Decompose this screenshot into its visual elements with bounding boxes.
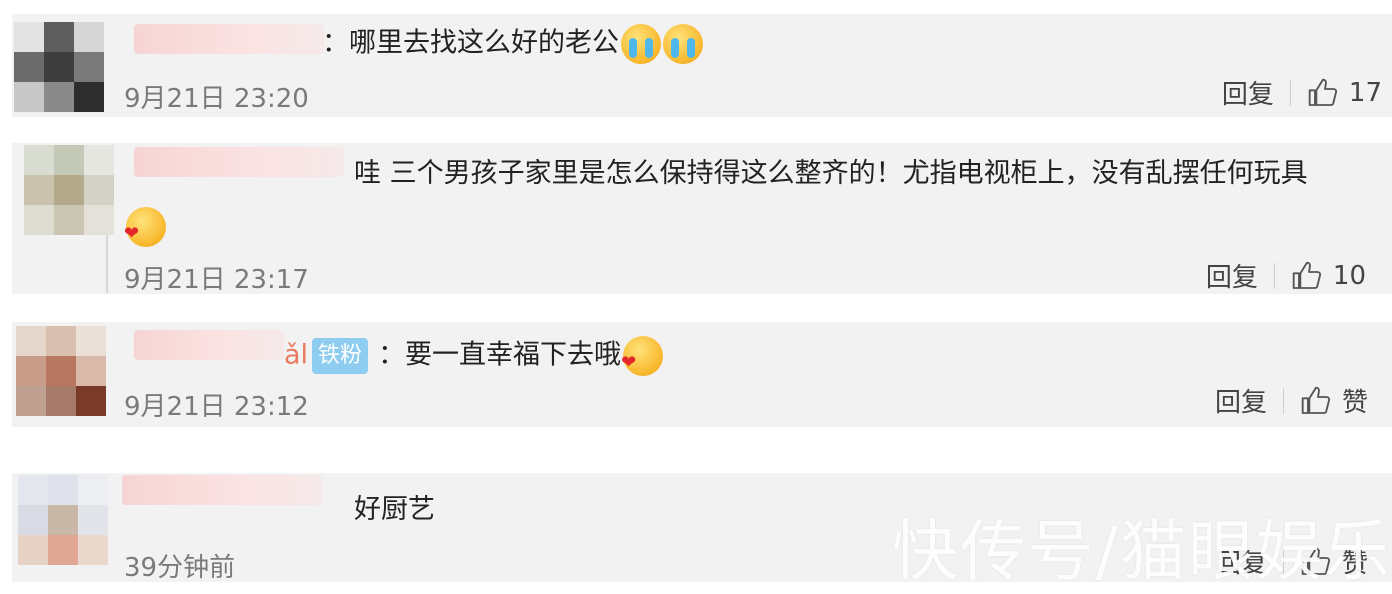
comment-timestamp: 39分钟前 [124,553,236,583]
love-emoji-icon [621,336,664,380]
comment-body: ：哪里去找这么好的老公 [322,27,619,59]
comment-emoji-line [124,207,166,251]
username-blurred[interactable] [134,330,284,360]
comment-item-1: ：哪里去找这么好的老公 9月21日 23:20 回复 17 [12,14,1392,117]
avatar[interactable] [16,326,106,416]
avatar[interactable] [14,22,104,112]
comment-text: 哇 三个男孩子家里是怎么保持得这么整齐的！尤指电视柜上，没有乱摆任何玩具 [354,157,1308,191]
like-button[interactable]: 17 [1307,77,1382,109]
divider [106,233,108,293]
username-blurred[interactable] [122,475,322,505]
divider [1289,79,1291,106]
like-label: 赞 [1341,388,1368,418]
username-tail[interactable]: ǎl [284,340,308,371]
like-count: 17 [1348,77,1382,108]
cry-emoji-icon [663,24,703,64]
reply-button[interactable]: 回复 [1222,74,1274,111]
comment-actions: 回复 赞 [1215,382,1368,419]
thumbs-up-icon [1308,78,1337,106]
reply-button[interactable]: 回复 [1206,257,1258,294]
avatar[interactable] [18,475,108,565]
watermark: 快传号/猫眼娱乐 [891,513,1392,590]
comment-text: ǎl 铁粉 ：要一直幸福下去哦 [284,336,664,380]
comment-body: 好厨艺 [354,494,435,525]
username-blurred[interactable] [134,147,344,177]
comment-timestamp: 9月21日 23:20 [124,84,309,114]
comment-item-3: ǎl铁粉 ：要一直幸福下去哦 9月21日 23:12 回复 赞 [12,322,1392,427]
love-emoji-icon [124,207,166,251]
fan-badge: 铁粉 [312,338,369,374]
divider [1273,262,1275,289]
comment-item-2: 哇 三个男孩子家里是怎么保持得这么整齐的！尤指电视柜上，没有乱摆任何玩具 9月2… [12,143,1392,295]
comment-body: 哇 三个男孩子家里是怎么保持得这么整齐的！尤指电视柜上，没有乱摆任何玩具 [354,158,1308,189]
divider [1282,387,1284,414]
comment-timestamp: 9月21日 23:17 [124,265,309,295]
comment-actions: 回复 10 [1206,257,1366,294]
thumbs-up-icon [1301,386,1331,414]
like-button[interactable]: 10 [1291,260,1366,292]
comment-text: 好厨艺 [354,493,435,527]
comment-text: ：哪里去找这么好的老公 [322,24,703,64]
like-count: 10 [1332,260,1366,291]
cry-emoji-icon [621,24,661,64]
comment-timestamp: 9月21日 23:12 [124,392,309,422]
thumbs-up-icon [1292,261,1321,289]
username-blurred[interactable] [134,24,324,54]
avatar[interactable] [24,145,114,235]
reply-button[interactable]: 回复 [1215,382,1267,419]
like-button[interactable]: 赞 [1300,382,1368,419]
comment-body: ：要一直幸福下去哦 [378,339,622,371]
comment-actions: 回复 17 [1222,74,1382,111]
